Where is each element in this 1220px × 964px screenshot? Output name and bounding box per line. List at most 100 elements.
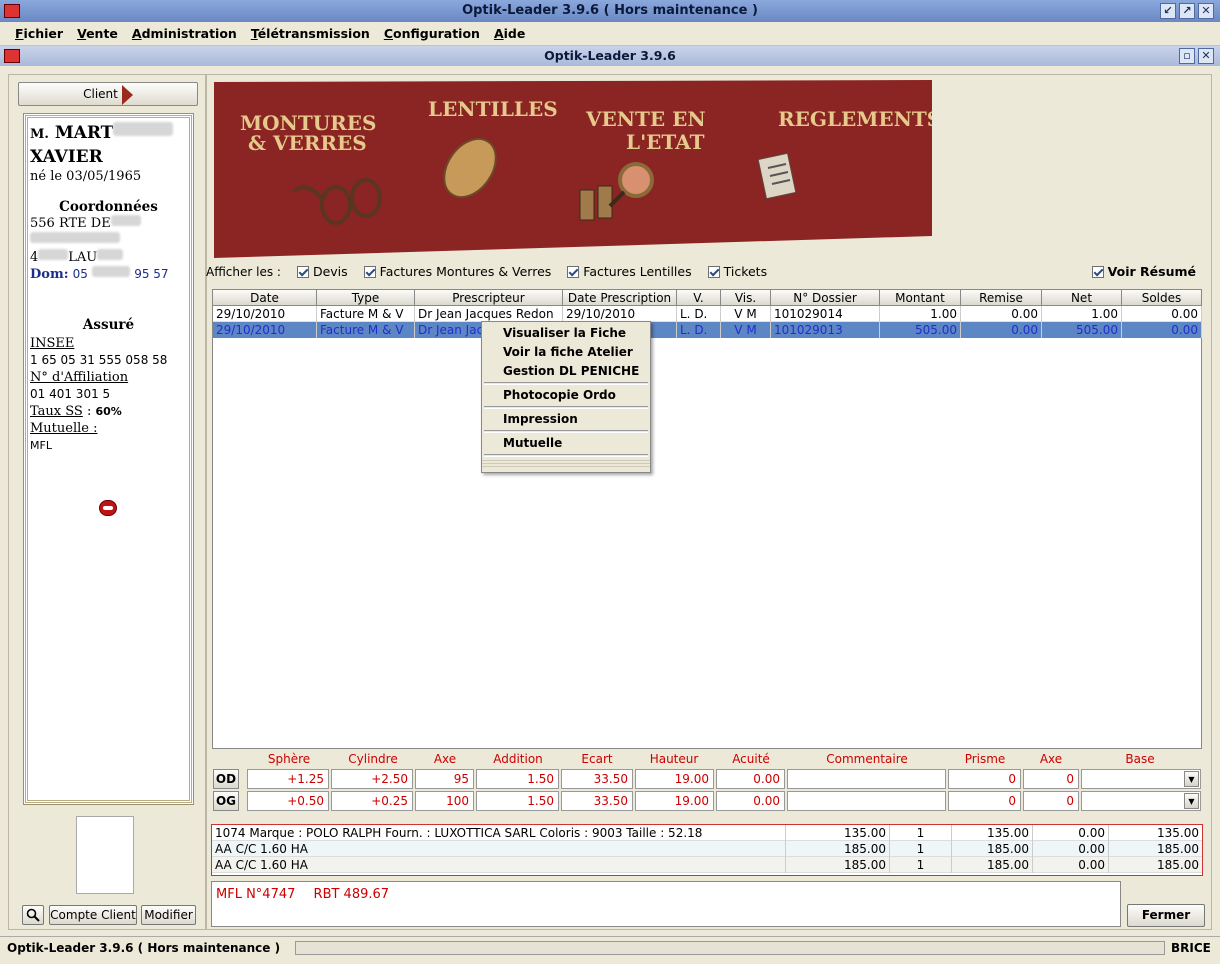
- factures-mv-checkbox[interactable]: Factures Montures & Verres: [363, 264, 551, 279]
- redacted-lastname: x: [113, 122, 174, 136]
- menu-administration[interactable]: Administration: [125, 22, 244, 46]
- line-qty: 1: [890, 857, 952, 873]
- og-base-select[interactable]: ▼: [1081, 791, 1201, 811]
- og-hauteur[interactable]: 19.00: [635, 791, 714, 811]
- menu-aide[interactable]: Aide: [487, 22, 532, 46]
- od-axe-prisme[interactable]: 0: [1023, 769, 1079, 789]
- devis-checkbox[interactable]: Devis: [296, 264, 348, 279]
- col-montant[interactable]: Montant: [880, 290, 961, 306]
- list-item[interactable]: AA C/C 1.60 HA 185.00 1 185.00 0.00 185.…: [212, 841, 1202, 857]
- menu-separator: [484, 454, 648, 457]
- list-item[interactable]: 1074 Marque : POLO RALPH Fourn. : LUXOTT…: [212, 825, 1202, 841]
- menu-vente[interactable]: Vente: [70, 22, 125, 46]
- col-type[interactable]: Type: [317, 290, 415, 306]
- menu-mutuelle[interactable]: Mutuelle: [482, 434, 650, 453]
- banner-lentilles-label: LENTILLES: [428, 97, 558, 121]
- client-button-label: Client: [83, 87, 118, 101]
- restore-icon[interactable]: ▫: [1179, 48, 1195, 64]
- og-ecart[interactable]: 33.50: [561, 791, 633, 811]
- cell-date: 29/10/2010: [213, 322, 317, 338]
- line-total: 185.00: [952, 841, 1033, 857]
- col-prescripteur[interactable]: Prescripteur: [415, 290, 563, 306]
- od-base-select[interactable]: ▼: [1081, 769, 1201, 789]
- modifier-button[interactable]: Modifier: [141, 905, 196, 925]
- cell-prescripteur: Dr Jean Jacques Redon: [415, 306, 563, 322]
- og-addition[interactable]: 1.50: [476, 791, 559, 811]
- line-designation: AA C/C 1.60 HA: [212, 841, 786, 857]
- checkbox-factures-mv[interactable]: [363, 266, 376, 278]
- line-remise: 0.00: [1033, 857, 1109, 873]
- menu-configuration[interactable]: Configuration: [377, 22, 487, 46]
- checkbox-tickets[interactable]: [707, 266, 720, 278]
- fermer-button[interactable]: Fermer: [1127, 904, 1205, 927]
- od-sphere[interactable]: +1.25: [247, 769, 329, 789]
- minimize-icon[interactable]: ↙: [1160, 3, 1176, 19]
- menu-gripper: [482, 458, 650, 468]
- og-button[interactable]: OG: [213, 791, 239, 811]
- od-prisme[interactable]: 0: [948, 769, 1021, 789]
- od-cylindre[interactable]: +2.50: [331, 769, 413, 789]
- og-acuite[interactable]: 0.00: [716, 791, 785, 811]
- col-net[interactable]: Net: [1042, 290, 1122, 306]
- tickets-checkbox[interactable]: Tickets: [707, 264, 767, 279]
- line-designation: AA C/C 1.60 HA: [212, 857, 786, 873]
- og-sphere[interactable]: +0.50: [247, 791, 329, 811]
- od-axe[interactable]: 95: [415, 769, 474, 789]
- compte-client-button[interactable]: Compte Client: [49, 905, 137, 925]
- table-row[interactable]: 29/10/2010 Facture M & V Dr Jean Jacques…: [213, 306, 1202, 322]
- menu-fichier[interactable]: Fichier: [8, 22, 70, 46]
- od-ecart[interactable]: 33.50: [561, 769, 633, 789]
- col-date-prescription[interactable]: Date Prescription: [563, 290, 677, 306]
- redacted-postcode: x: [38, 249, 69, 260]
- chevron-down-icon[interactable]: ▼: [1184, 771, 1199, 787]
- line-price: 185.00: [786, 841, 890, 857]
- col-remise[interactable]: Remise: [961, 290, 1042, 306]
- col-v[interactable]: V.: [677, 290, 721, 306]
- col-dossier[interactable]: N° Dossier: [771, 290, 880, 306]
- list-item[interactable]: AA C/C 1.60 HA 185.00 1 185.00 0.00 185.…: [212, 857, 1202, 873]
- og-prisme[interactable]: 0: [948, 791, 1021, 811]
- sale-lines-table: 1074 Marque : POLO RALPH Fourn. : LUXOTT…: [211, 824, 1203, 876]
- phone-suffix: 95 57: [134, 267, 169, 281]
- alert-face-icon[interactable]: [99, 500, 117, 516]
- notes-area[interactable]: MFL N°4747 RBT 489.67: [211, 881, 1121, 927]
- og-axe-prisme[interactable]: 0: [1023, 791, 1079, 811]
- checkbox-devis[interactable]: [296, 266, 309, 278]
- close-icon[interactable]: ✕: [1198, 3, 1214, 19]
- table-row-selected[interactable]: 29/10/2010 Facture M & V Dr Jean Jac L. …: [213, 322, 1202, 338]
- og-commentaire[interactable]: [787, 791, 946, 811]
- col-date[interactable]: Date: [213, 290, 317, 306]
- inner-close-icon[interactable]: ✕: [1198, 48, 1214, 64]
- col-vis[interactable]: Vis.: [721, 290, 771, 306]
- cell-montant: 505.00: [880, 322, 961, 338]
- menu-gestion-dl[interactable]: Gestion DL PENICHE: [482, 362, 650, 381]
- checkbox-factures-l[interactable]: [567, 266, 580, 278]
- factures-l-checkbox[interactable]: Factures Lentilles: [567, 264, 692, 279]
- maximize-icon[interactable]: ↗: [1179, 3, 1195, 19]
- checkbox-resume[interactable]: [1091, 266, 1104, 278]
- display-filters: Afficher les : Devis Factures Montures &…: [206, 264, 1206, 284]
- search-icon[interactable]: [22, 905, 44, 925]
- cell-date: 29/10/2010: [213, 306, 317, 322]
- cell-type: Facture M & V: [317, 306, 415, 322]
- menu-impression[interactable]: Impression: [482, 410, 650, 429]
- og-cylindre[interactable]: +0.25: [331, 791, 413, 811]
- col-soldes[interactable]: Soldes: [1122, 290, 1202, 306]
- rx-head-sphere: Sphère: [267, 752, 311, 766]
- od-button[interactable]: OD: [213, 769, 239, 789]
- od-acuite[interactable]: 0.00: [716, 769, 785, 789]
- client-button[interactable]: Client: [18, 82, 198, 106]
- client-city-prefix: 4: [30, 250, 39, 265]
- cell-v: L. D.: [677, 322, 721, 338]
- og-axe[interactable]: 100: [415, 791, 474, 811]
- od-commentaire[interactable]: [787, 769, 946, 789]
- resume-checkbox[interactable]: Voir Résumé: [1091, 264, 1196, 279]
- od-hauteur[interactable]: 19.00: [635, 769, 714, 789]
- menu-teletransmission[interactable]: Télétransmission: [244, 22, 377, 46]
- taux-label: Taux SS: [30, 404, 83, 419]
- chevron-down-icon[interactable]: ▼: [1184, 793, 1199, 809]
- menu-visualiser-fiche[interactable]: Visualiser la Fiche: [482, 324, 650, 343]
- menu-photocopie-ordo[interactable]: Photocopie Ordo: [482, 386, 650, 405]
- menu-fiche-atelier[interactable]: Voir la fiche Atelier: [482, 343, 650, 362]
- od-addition[interactable]: 1.50: [476, 769, 559, 789]
